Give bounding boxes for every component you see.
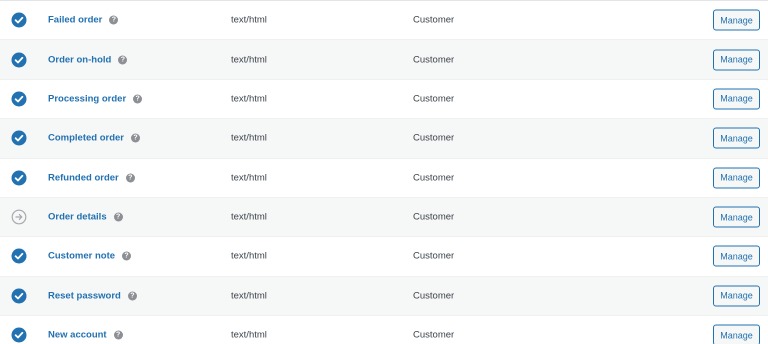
email-name-link[interactable]: Reset password [48, 290, 121, 301]
email-name-cell: Refunded order ? [48, 172, 135, 183]
email-name-link[interactable]: Order details [48, 212, 107, 223]
email-name-cell: Failed order ? [48, 15, 119, 26]
recipient: Customer [413, 93, 455, 105]
manage-button[interactable]: Manage [713, 127, 760, 149]
email-name-cell: Processing order ? [48, 93, 143, 104]
email-name-cell: New account ? [48, 330, 123, 341]
email-name-link[interactable]: Order on-hold [48, 54, 111, 65]
email-name-link[interactable]: Completed order [48, 133, 124, 144]
manage-button[interactable]: Manage [713, 245, 760, 267]
manage-button[interactable]: Manage [713, 206, 760, 228]
enabled-status-icon [11, 288, 27, 304]
email-name-cell: Reset password ? [48, 290, 137, 301]
content-type: text/html [231, 93, 267, 105]
help-icon[interactable]: ? [109, 15, 119, 25]
manage-button[interactable]: Manage [713, 9, 760, 31]
content-type: text/html [231, 211, 267, 223]
recipient: Customer [413, 329, 455, 341]
table-row: Order details ? text/html Customer Manag… [0, 197, 768, 238]
recipient: Customer [413, 290, 455, 302]
email-name-link[interactable]: Processing order [48, 93, 126, 104]
help-icon[interactable]: ? [118, 55, 128, 65]
help-icon[interactable]: ? [125, 173, 135, 183]
manage-button[interactable]: Manage [713, 324, 760, 344]
content-type: text/html [231, 250, 267, 262]
recipient: Customer [413, 250, 455, 262]
table-row: Refunded order ? text/html Customer Mana… [0, 159, 768, 198]
table-row: Customer note ? text/html Customer Manag… [0, 237, 768, 277]
content-type: text/html [231, 172, 267, 184]
enabled-status-icon [11, 248, 27, 264]
enabled-status-icon [11, 327, 27, 343]
recipient: Customer [413, 172, 455, 184]
table-row: Order on-hold ? text/html Customer Manag… [0, 40, 768, 80]
manage-button[interactable]: Manage [713, 88, 760, 110]
email-name-cell: Order details ? [48, 212, 123, 223]
help-icon[interactable]: ? [133, 94, 143, 104]
email-name-link[interactable]: Customer note [48, 251, 115, 262]
recipient: Customer [413, 211, 455, 223]
manual-status-icon [11, 209, 27, 225]
help-icon[interactable]: ? [113, 330, 123, 340]
enabled-status-icon [11, 170, 27, 186]
recipient: Customer [413, 14, 455, 26]
email-name-link[interactable]: Refunded order [48, 172, 119, 183]
email-notifications-table: Failed order ? text/html Customer Manage… [0, 0, 768, 344]
table-row: Failed order ? text/html Customer Manage [0, 1, 768, 41]
recipient: Customer [413, 132, 455, 144]
email-name-cell: Order on-hold ? [48, 54, 128, 65]
enabled-status-icon [11, 130, 27, 146]
help-icon[interactable]: ? [113, 212, 123, 222]
content-type: text/html [231, 132, 267, 144]
email-name-cell: Completed order ? [48, 133, 141, 144]
content-type: text/html [231, 329, 267, 341]
table-row: New account ? text/html Customer Manage [0, 316, 768, 344]
manage-button[interactable]: Manage [713, 167, 760, 189]
email-name-cell: Customer note ? [48, 251, 132, 262]
table-row: Reset password ? text/html Customer Mana… [0, 276, 768, 316]
content-type: text/html [231, 54, 267, 66]
enabled-status-icon [11, 52, 27, 68]
email-name-link[interactable]: Failed order [48, 15, 102, 26]
help-icon[interactable]: ? [127, 291, 137, 301]
manage-button[interactable]: Manage [713, 285, 760, 307]
manage-button[interactable]: Manage [713, 49, 760, 71]
enabled-status-icon [11, 12, 27, 28]
table-row: Processing order ? text/html Customer Ma… [0, 80, 768, 120]
content-type: text/html [231, 14, 267, 26]
table-row: Completed order ? text/html Customer Man… [0, 119, 768, 159]
email-name-link[interactable]: New account [48, 330, 107, 341]
enabled-status-icon [11, 91, 27, 107]
content-type: text/html [231, 290, 267, 302]
recipient: Customer [413, 54, 455, 66]
help-icon[interactable]: ? [131, 133, 141, 143]
help-icon[interactable]: ? [122, 251, 132, 261]
